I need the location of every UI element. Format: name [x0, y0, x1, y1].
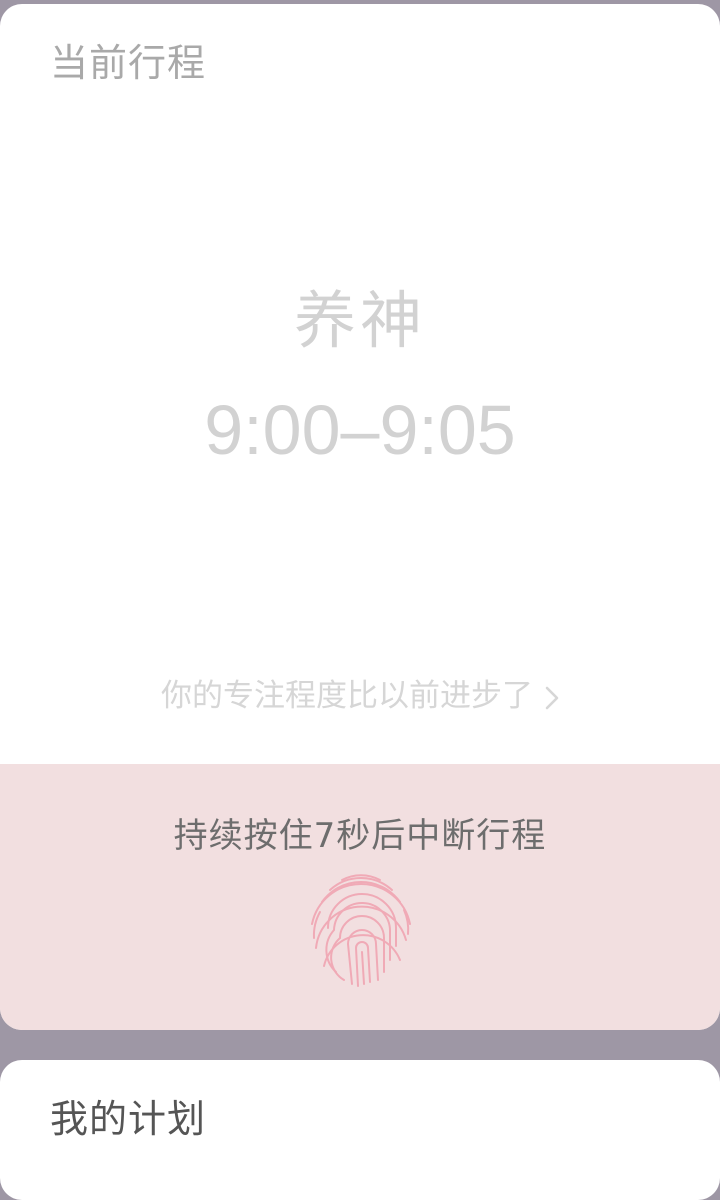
progress-link[interactable]: 你的专注程度比以前进步了	[0, 670, 720, 715]
current-trip-card: 当前行程 养神 9:00–9:05 你的专注程度比以前进步了 持续按住7秒后中断…	[0, 4, 720, 1030]
chevron-right-icon	[545, 686, 559, 709]
fingerprint-icon[interactable]	[300, 868, 422, 990]
interrupt-panel: 持续按住7秒后中断行程	[0, 764, 720, 1030]
task-time-range: 9:00–9:05	[204, 391, 516, 469]
task-name: 养神	[293, 284, 426, 357]
current-trip-title: 当前行程	[50, 41, 207, 85]
plan-title: 我的计划	[50, 1097, 207, 1141]
progress-link-label: 你的专注程度比以前进步了	[161, 678, 533, 714]
plan-card[interactable]: 我的计划	[0, 1060, 720, 1200]
hold-hint: 持续按住7秒后中断行程	[173, 816, 547, 856]
